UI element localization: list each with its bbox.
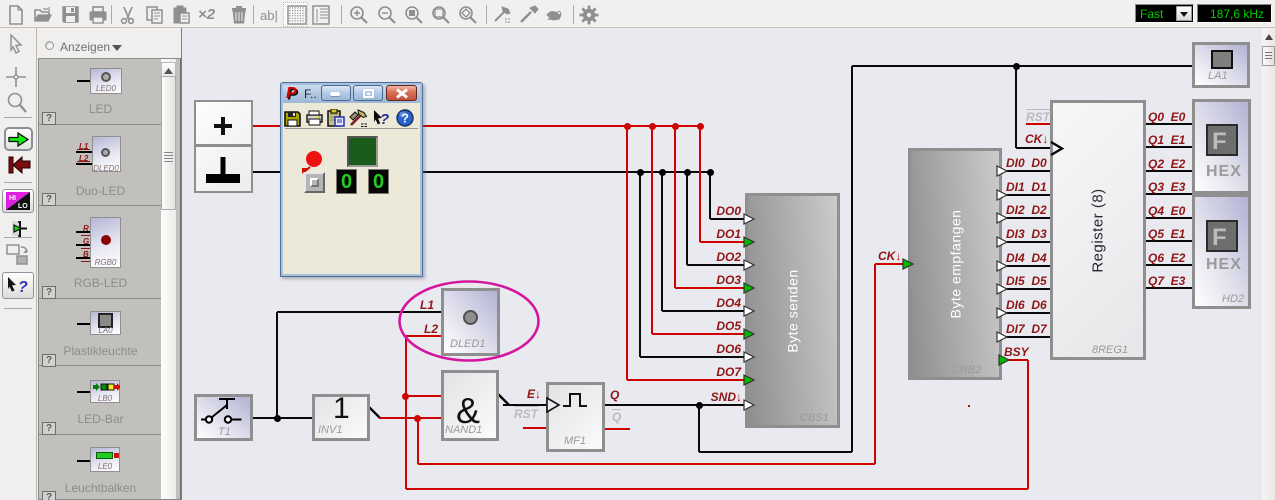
svg-text:?: ?	[401, 112, 409, 126]
svg-text:HI: HI	[9, 195, 16, 202]
svg-text:?: ?	[18, 279, 28, 296]
svg-text:?: ?	[380, 111, 389, 127]
svg-text:LO: LO	[18, 203, 28, 210]
